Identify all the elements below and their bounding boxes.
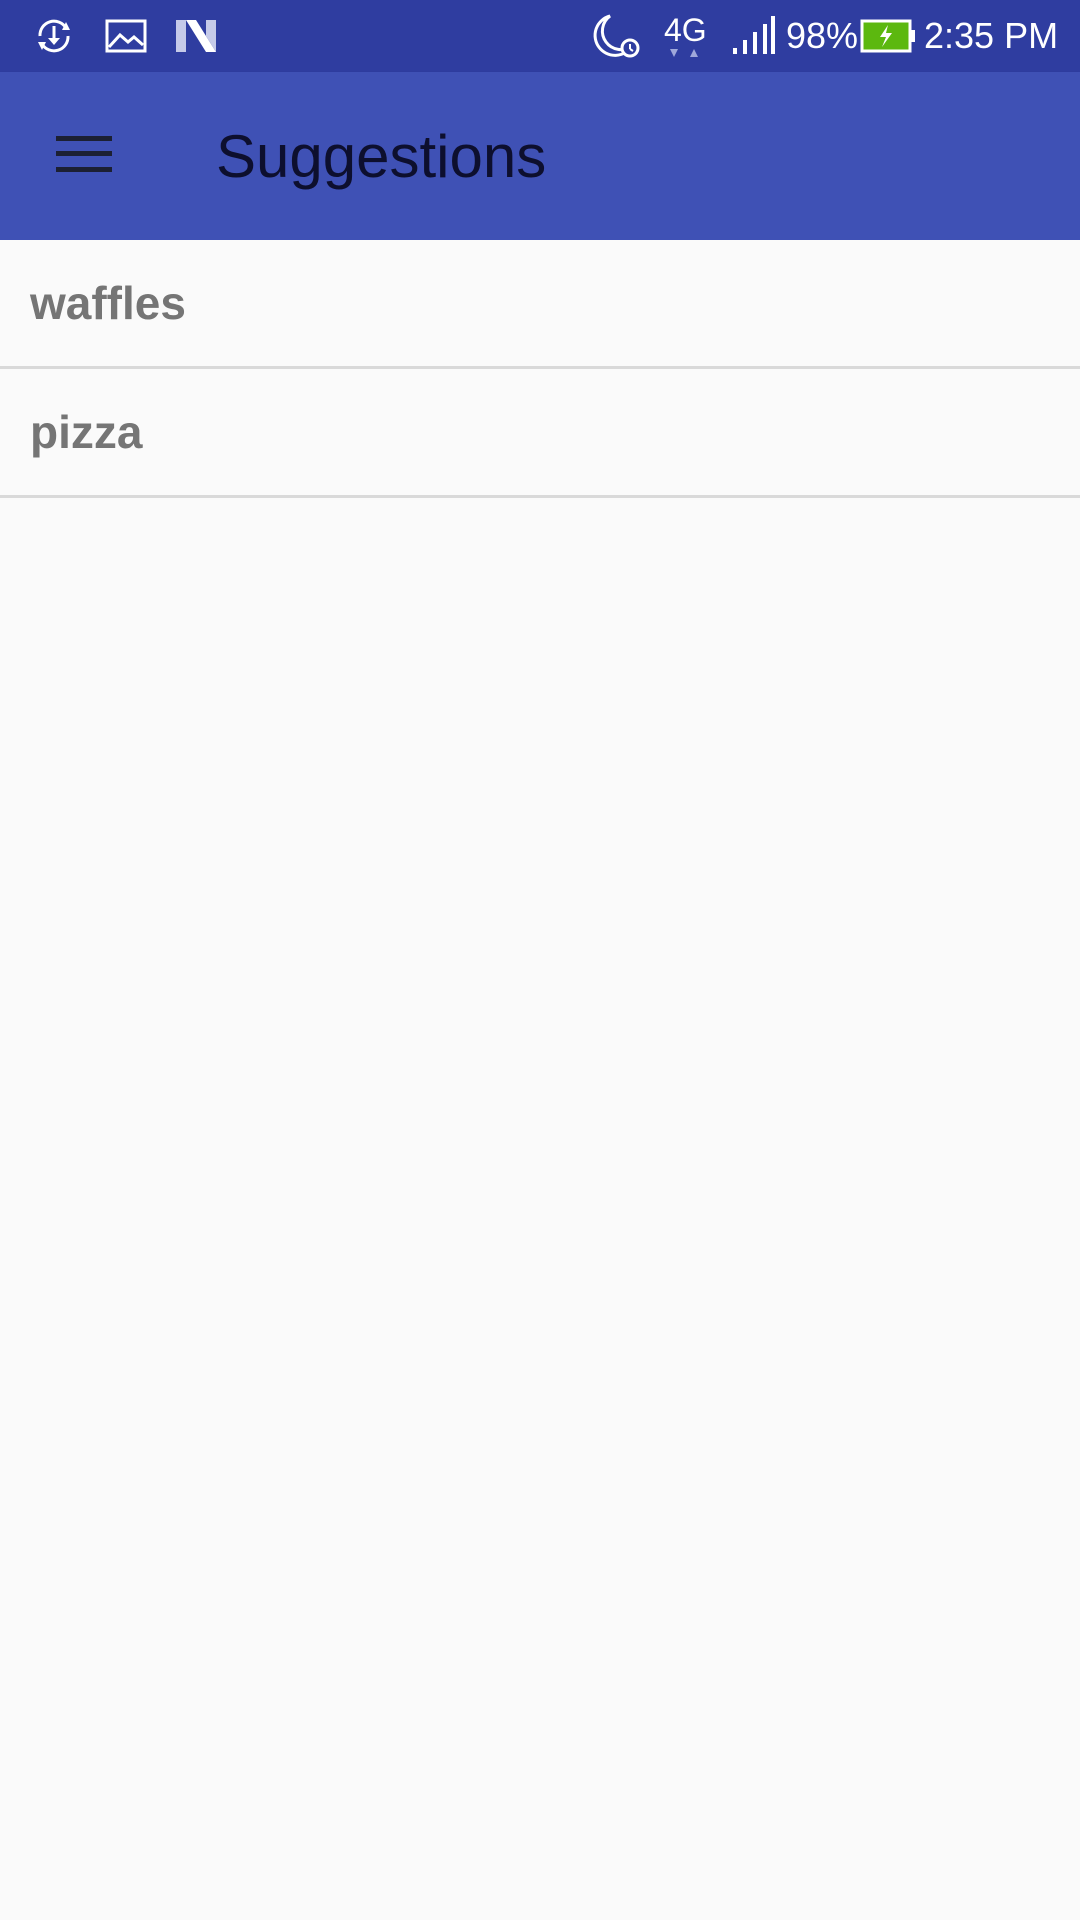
image-icon (104, 14, 148, 58)
suggestion-item-pizza[interactable]: pizza (0, 369, 1080, 498)
navigation-menu-button[interactable] (36, 108, 132, 204)
suggestion-label: pizza (30, 406, 143, 458)
status-bar: 4G 98% 2:35 PM (0, 0, 1080, 72)
suggestion-item-waffles[interactable]: waffles (0, 240, 1080, 369)
app-bar: Suggestions (0, 72, 1080, 240)
moon-alarm-icon (588, 14, 644, 58)
status-time: 2:35 PM (924, 15, 1059, 56)
battery-percent: 98% (786, 15, 859, 56)
suggestions-list: waffles pizza (0, 240, 1080, 498)
page-title: Suggestions (216, 123, 547, 190)
signal-icon (730, 14, 778, 58)
suggestion-label: waffles (30, 277, 186, 329)
battery-charging-icon (860, 14, 916, 58)
sync-download-icon (30, 14, 78, 58)
n-logo-icon (174, 14, 218, 58)
network-4g-icon (668, 46, 712, 60)
hamburger-menu-icon (56, 134, 112, 179)
